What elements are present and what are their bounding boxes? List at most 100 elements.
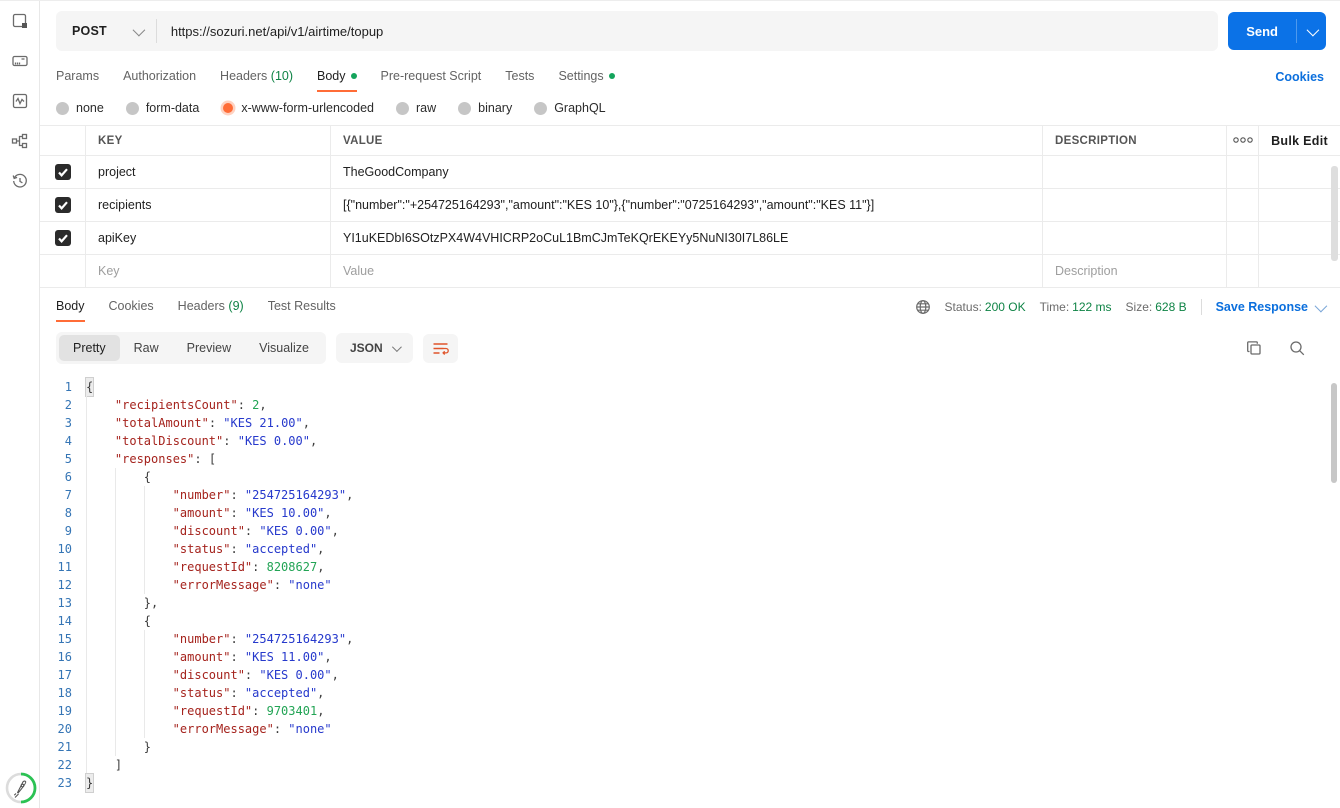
indent-guide: [86, 648, 115, 666]
indent-guide: [86, 702, 115, 720]
code-token: "KES 0.00": [259, 668, 332, 682]
wrap-lines-button[interactable]: [422, 333, 458, 363]
tab-pre-request-script[interactable]: Pre-request Script: [381, 60, 482, 94]
code-token: "KES 10.00": [244, 506, 325, 520]
view-tab-visualize[interactable]: Visualize: [245, 335, 323, 361]
environments-icon[interactable]: [0, 41, 40, 81]
response-body-viewer[interactable]: 1{2 "recipientsCount": 2, 3 "totalAmount": …: [40, 374, 1340, 808]
ellipsis-icon: [1232, 135, 1253, 147]
green-dot-indicator: [350, 73, 357, 79]
method-label: POST: [72, 24, 107, 38]
response-tab-body[interactable]: Body: [56, 290, 85, 324]
row-checkbox-cell: [40, 222, 86, 254]
send-button[interactable]: Send: [1228, 12, 1326, 50]
indent-guide: [114, 648, 144, 666]
code-token: 2: [252, 398, 260, 412]
method-select[interactable]: POST: [56, 23, 156, 38]
key-input[interactable]: Key: [86, 255, 331, 287]
tab-authorization[interactable]: Authorization: [123, 60, 196, 94]
matched-brace: }: [86, 774, 94, 792]
code-line: 3 "totalAmount": "KES 21.00",: [40, 414, 1340, 432]
bootcamp-rocket-icon[interactable]: [5, 772, 37, 804]
flows-icon[interactable]: [0, 121, 40, 161]
view-tab-raw[interactable]: Raw: [120, 335, 173, 361]
key-cell[interactable]: apiKey: [86, 222, 331, 254]
radio-selected-icon: [222, 103, 233, 113]
code-content: "number": "254725164293",: [86, 630, 353, 648]
code-token: ,: [317, 704, 325, 718]
checkbox-checked[interactable]: [54, 197, 71, 213]
view-tab-pretty[interactable]: Pretty: [59, 335, 120, 361]
description-cell[interactable]: [1043, 156, 1227, 188]
key-cell[interactable]: project: [86, 156, 331, 188]
indent-guide: [143, 522, 173, 540]
copy-icon[interactable]: [1246, 340, 1263, 357]
row-checkbox-cell: [40, 189, 86, 221]
response-meta: Status: 200 OK Time: 122 ms Size: 628 B Sav…: [915, 299, 1328, 315]
tab-headers[interactable]: Headers (10): [220, 60, 293, 94]
collections-icon[interactable]: [0, 1, 40, 41]
tab-params[interactable]: Params: [56, 60, 99, 94]
history-icon[interactable]: [0, 161, 40, 201]
code-content: {: [86, 378, 94, 396]
body-mode-label: form-data: [145, 101, 200, 115]
tab-body[interactable]: Body: [317, 60, 357, 94]
code-content: "number": "254725164293",: [86, 486, 353, 504]
url-input[interactable]: https://sozuri.net/api/v1/airtime/topup: [157, 24, 397, 39]
cookies-link[interactable]: Cookies: [1275, 70, 1324, 84]
value-column-header: VALUE: [331, 126, 1043, 155]
key-cell[interactable]: recipients: [86, 189, 331, 221]
search-icon[interactable]: [1289, 340, 1306, 357]
code-line: 20 "errorMessage": "none": [40, 720, 1340, 738]
body-mode-form-data[interactable]: form-data: [125, 101, 200, 115]
radio-icon: [534, 101, 548, 115]
value-input[interactable]: Value: [331, 255, 1043, 287]
code-line: 6{: [40, 468, 1340, 486]
checkbox-checked[interactable]: [54, 164, 71, 180]
tab-tests[interactable]: Tests: [505, 60, 534, 94]
description-input[interactable]: Description: [1043, 255, 1227, 287]
value-cell[interactable]: YI1uKEDbI6SOtzPX4W4VHICRP2oCuL1BmCJmTeKQ…: [331, 222, 1043, 254]
code-line: 4 "totalDiscount": "KES 0.00",: [40, 432, 1340, 450]
description-cell[interactable]: [1043, 222, 1227, 254]
checkbox-checked[interactable]: [54, 230, 71, 246]
code-content: "requestId": 8208627,: [86, 558, 324, 576]
tab-settings[interactable]: Settings: [558, 60, 615, 94]
response-tab-headers[interactable]: Headers (9): [178, 290, 244, 324]
line-number: 17: [57, 668, 72, 682]
table-scrollbar[interactable]: [1331, 166, 1338, 261]
bulk-edit-button[interactable]: Bulk Edit: [1259, 126, 1340, 155]
body-mode-raw[interactable]: raw: [396, 101, 436, 115]
indent-guide: [114, 720, 144, 738]
code-token: : [: [194, 452, 217, 466]
body-mode-binary[interactable]: binary: [458, 101, 512, 115]
monitor-icon[interactable]: [0, 81, 40, 121]
response-tab-cookies[interactable]: Cookies: [109, 290, 154, 324]
code-token: "KES 0.00": [259, 524, 332, 538]
value-cell[interactable]: [{"number":"+254725164293","amount":"KES…: [331, 189, 1043, 221]
code-token: ,: [324, 506, 332, 520]
code-content: "status": "accepted",: [86, 540, 324, 558]
body-mode-x-www-form-urlencoded[interactable]: x-www-form-urlencoded: [221, 101, 374, 115]
send-button-label[interactable]: Send: [1228, 12, 1296, 50]
response-tab-test-results[interactable]: Test Results: [268, 290, 336, 324]
code-token: ,: [309, 434, 318, 448]
code-line: 22]: [40, 756, 1340, 774]
code-token: },: [143, 596, 159, 610]
body-mode-graphql[interactable]: GraphQL: [534, 101, 606, 115]
indent-guide: [114, 522, 144, 540]
value-cell[interactable]: TheGoodCompany: [331, 156, 1043, 188]
send-options-caret[interactable]: [1297, 12, 1326, 50]
description-cell[interactable]: [1043, 189, 1227, 221]
format-select[interactable]: JSON: [335, 333, 413, 363]
save-response-button[interactable]: Save Response: [1216, 299, 1328, 314]
body-mode-none[interactable]: none: [56, 101, 104, 115]
response-scrollbar[interactable]: [1331, 383, 1337, 483]
code-token: "errorMessage": [172, 578, 274, 592]
code-token: "none": [288, 722, 332, 736]
view-tab-preview[interactable]: Preview: [173, 335, 245, 361]
body-mode-label: raw: [416, 101, 437, 115]
more-actions-button[interactable]: [1227, 126, 1259, 155]
code-line: 23}: [40, 774, 1340, 792]
